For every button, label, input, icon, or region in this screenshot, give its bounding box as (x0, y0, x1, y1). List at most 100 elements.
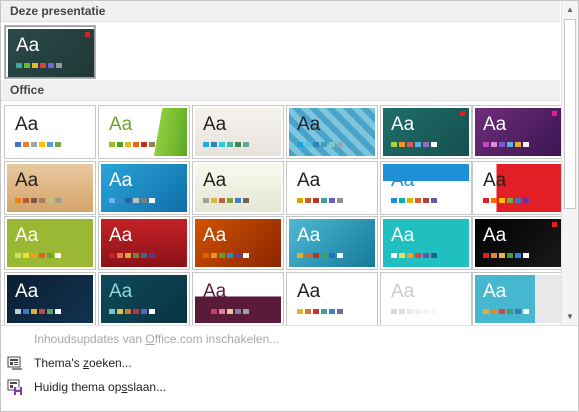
theme-preview: Aa (289, 275, 375, 323)
theme-color-swatches (483, 198, 529, 203)
theme-thumbnail-depth[interactable]: Aa (192, 216, 284, 270)
color-swatch (133, 253, 139, 258)
color-swatch (149, 309, 155, 314)
theme-color-swatches (203, 253, 249, 258)
theme-sample-text: Aa (109, 281, 133, 302)
theme-thumbnail-frame[interactable]: Aa (472, 216, 564, 270)
theme-color-swatches (15, 198, 61, 203)
theme-thumbnail-current[interactable]: Aa (5, 26, 95, 78)
theme-color-swatches (109, 253, 155, 258)
browse-themes-icon (7, 356, 22, 370)
color-swatch (305, 142, 311, 147)
vertical-scrollbar[interactable]: ▲ ▼ (561, 1, 578, 325)
color-swatch (23, 142, 29, 147)
theme-thumbnail-berlin[interactable]: Aa (472, 161, 564, 215)
theme-thumbnail-integral[interactable]: Aa (192, 105, 284, 159)
color-swatch (56, 63, 62, 68)
theme-thumbnail-mesh[interactable]: Aa (98, 272, 190, 326)
theme-thumbnail-retrospect[interactable]: Aa (4, 161, 96, 215)
color-swatch (491, 253, 497, 258)
theme-sample-text: Aa (297, 225, 321, 246)
theme-thumbnail-dividend[interactable]: Aa (286, 216, 378, 270)
section-header-current: Deze presentatie (1, 1, 560, 22)
color-swatch (399, 253, 405, 258)
color-swatch (507, 309, 513, 314)
color-swatch (125, 253, 131, 258)
color-swatch (117, 253, 123, 258)
theme-sample-text: Aa (203, 170, 227, 191)
color-swatch (243, 309, 249, 314)
theme-thumbnail-organic[interactable]: Aa (472, 105, 564, 159)
color-swatch (48, 63, 54, 68)
theme-thumbnail-ion-boardroom[interactable]: Aa (286, 105, 378, 159)
theme-sample-text: Aa (297, 170, 321, 191)
color-swatch (391, 309, 397, 314)
scrollbar-thumb[interactable] (564, 19, 576, 209)
theme-thumbnail-droplet[interactable]: Aa (380, 216, 472, 270)
color-swatch (211, 253, 217, 258)
theme-color-swatches (483, 253, 529, 258)
theme-thumbnail-savon[interactable]: Aa (98, 161, 190, 215)
theme-thumbnail-office-theme[interactable]: Aa (4, 105, 96, 159)
color-swatch (491, 198, 497, 203)
theme-color-swatches (391, 253, 437, 258)
color-swatch (47, 309, 53, 314)
theme-thumbnail-view[interactable]: Aa (472, 272, 564, 326)
menu-item-label: Thema's zoeken... (34, 356, 132, 370)
theme-thumbnail-parcel[interactable]: Aa (192, 272, 284, 326)
color-swatch (399, 198, 405, 203)
color-swatch (235, 198, 241, 203)
color-swatch (507, 253, 513, 258)
theme-thumbnail-ion[interactable]: Aa (380, 105, 472, 159)
color-swatch (133, 309, 139, 314)
theme-thumbnail-facet[interactable]: Aa (98, 105, 190, 159)
theme-thumbnail-wisp[interactable]: Aa (286, 161, 378, 215)
color-swatch (39, 198, 45, 203)
theme-sample-text: Aa (391, 114, 415, 135)
color-swatch (407, 253, 413, 258)
color-swatch (109, 198, 115, 203)
color-swatch (211, 309, 217, 314)
color-swatch (235, 253, 241, 258)
color-swatch (23, 309, 29, 314)
color-swatch (313, 142, 319, 147)
theme-sample-text: Aa (15, 225, 39, 246)
theme-thumbnail-gallery[interactable]: Aa (4, 272, 96, 326)
color-swatch (523, 142, 529, 147)
color-swatch (515, 198, 521, 203)
color-swatch (243, 142, 249, 147)
color-swatch (211, 142, 217, 147)
save-theme-icon (7, 379, 22, 395)
theme-sample-text: Aa (109, 170, 133, 191)
color-swatch (337, 309, 343, 314)
theme-color-swatches (297, 198, 343, 203)
theme-thumbnail-banded[interactable]: Aa (380, 161, 472, 215)
color-swatch (305, 253, 311, 258)
color-swatch (515, 142, 521, 147)
scroll-up-arrow-icon[interactable]: ▲ (562, 1, 578, 18)
theme-preview: Aa (383, 275, 469, 323)
theme-thumbnail-quotable[interactable]: Aa (286, 272, 378, 326)
theme-thumbnail-slice[interactable]: Aa (192, 161, 284, 215)
theme-color-swatches (109, 309, 155, 314)
theme-preview: Aa (101, 219, 187, 267)
color-swatch (313, 198, 319, 203)
color-swatch (431, 142, 437, 147)
browse-themes-item[interactable]: Thema's zoeken... (1, 352, 578, 374)
theme-thumbnail-circuit[interactable]: Aa (4, 216, 96, 270)
theme-thumbnail-savon2[interactable]: Aa (380, 272, 472, 326)
color-swatch (423, 253, 429, 258)
save-current-theme-item[interactable]: Huidig thema opsslaan... (1, 376, 578, 398)
theme-preview: Aa (475, 275, 561, 323)
color-swatch (391, 253, 397, 258)
color-swatch (141, 253, 147, 258)
color-swatch (329, 309, 335, 314)
color-swatch (109, 309, 115, 314)
scroll-down-arrow-icon[interactable]: ▼ (562, 308, 578, 325)
theme-thumbnail-damask[interactable]: Aa (98, 216, 190, 270)
theme-sample-text: Aa (297, 114, 321, 135)
color-swatch (55, 142, 61, 147)
theme-preview: Aa (195, 275, 281, 323)
color-swatch (117, 142, 123, 147)
color-swatch (491, 142, 497, 147)
